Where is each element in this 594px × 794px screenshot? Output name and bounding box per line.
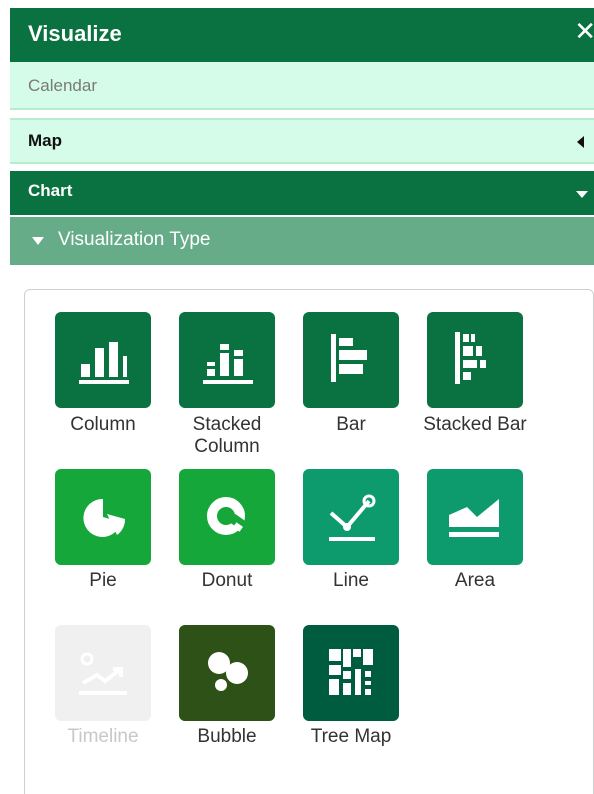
tree-map-icon	[329, 649, 373, 695]
chart-type-line-label: Line	[333, 570, 369, 591]
chart-type-stacked-bar[interactable]	[427, 312, 523, 408]
chart-type-line[interactable]	[303, 469, 399, 565]
section-chart-label: Chart	[28, 181, 73, 200]
caret-down-icon	[576, 191, 588, 198]
chart-type-stacked-bar-label: Stacked Bar	[423, 414, 527, 435]
timeline-chart-icon	[79, 652, 127, 695]
section-chart[interactable]: Chart	[10, 171, 594, 215]
chart-type-area-label: Area	[454, 570, 496, 591]
chart-type-pie[interactable]	[55, 469, 151, 565]
chart-type-timeline	[55, 625, 151, 721]
chart-type-donut[interactable]	[179, 469, 275, 565]
panel-title: Visualize	[28, 21, 122, 46]
triangle-down-icon	[32, 237, 44, 245]
column-chart-icon	[79, 342, 129, 384]
chart-type-tree-map-label: Tree Map	[310, 726, 392, 747]
line-chart-icon	[329, 494, 376, 541]
pie-chart-icon	[83, 498, 126, 537]
chart-type-tree-map[interactable]	[303, 625, 399, 721]
close-icon[interactable]: ✕	[574, 18, 594, 44]
section-calendar-label: Calendar	[28, 76, 97, 95]
subsection-visualization-type-label: Visualization Type	[58, 229, 211, 250]
chart-type-donut-label: Donut	[201, 570, 253, 591]
chart-type-stacked-column[interactable]	[179, 312, 275, 408]
section-map-label: Map	[28, 131, 62, 150]
chart-type-area[interactable]	[427, 469, 523, 565]
chart-type-panel: Column Stacked Column Bar Stacked Bar Pi…	[24, 289, 594, 794]
chart-type-pie-label: Pie	[89, 570, 117, 591]
stacked-bar-chart-icon	[455, 332, 486, 384]
bar-chart-icon	[331, 334, 367, 382]
chart-type-bubble-label: Bubble	[197, 726, 257, 747]
chart-type-bar[interactable]	[303, 312, 399, 408]
bubble-chart-icon	[208, 652, 248, 691]
chart-type-column-label: Column	[70, 414, 136, 435]
stacked-column-chart-icon	[203, 344, 253, 384]
chart-type-timeline-label: Timeline	[67, 726, 139, 747]
section-calendar[interactable]: Calendar	[10, 62, 594, 110]
chart-type-stacked-column-label: Stacked Column	[192, 414, 262, 457]
chart-type-column[interactable]	[55, 312, 151, 408]
chart-type-bubble[interactable]	[179, 625, 275, 721]
panel-header: Visualize ✕	[10, 8, 594, 62]
caret-left-icon	[577, 136, 584, 148]
area-chart-icon	[449, 499, 499, 537]
section-map[interactable]: Map	[10, 118, 594, 164]
subsection-visualization-type[interactable]: Visualization Type	[10, 217, 594, 265]
donut-chart-icon	[207, 497, 247, 535]
chart-type-bar-label: Bar	[336, 414, 366, 435]
